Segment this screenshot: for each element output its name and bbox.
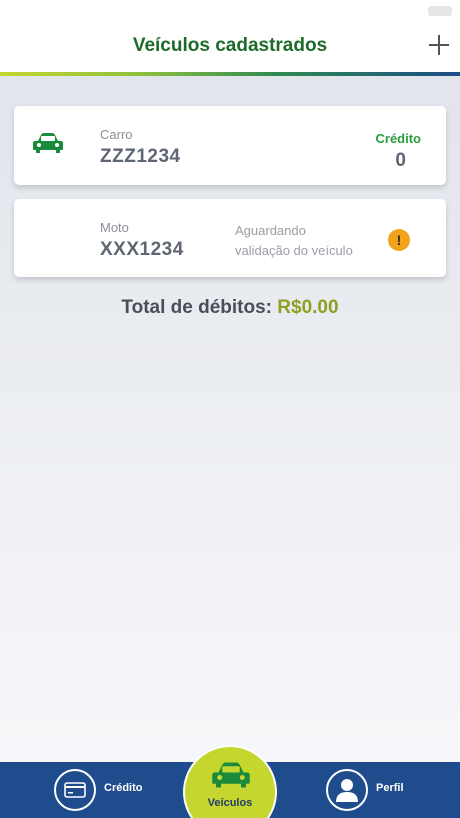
vehicle-card-moto[interactable]: Moto XXX1234 Aguardando validação do veí… (14, 199, 446, 277)
nav-veiculos[interactable]: Veículos (183, 745, 277, 818)
nav-perfil[interactable]: Perfil (326, 762, 436, 818)
vehicle-type: Moto (100, 220, 129, 235)
warning-icon: ! (388, 229, 410, 251)
validation-status-line1: Aguardando (235, 223, 306, 238)
validation-status: Aguardando validação do veículo (235, 221, 385, 261)
app-header: Veículos cadastrados (0, 22, 460, 72)
car-icon (33, 133, 63, 153)
vehicle-type: Carro (100, 127, 133, 142)
total-debits-amount: R$0.00 (277, 297, 339, 318)
vehicle-plate: ZZZ1234 (100, 146, 181, 167)
battery-icon (428, 6, 452, 16)
credit-card-icon (54, 769, 96, 811)
nav-veiculos-label: Veículos (207, 797, 253, 809)
validation-status-line2: validação do veículo (235, 243, 353, 258)
car-icon (212, 762, 250, 788)
total-debits: Total de débitos: R$0.00 (0, 297, 460, 319)
vehicle-plate: XXX1234 (100, 239, 184, 260)
total-debits-label: Total de débitos: (121, 297, 273, 318)
add-vehicle-button[interactable] (428, 34, 450, 56)
nav-perfil-label: Perfil (376, 782, 404, 794)
header-accent-bar (0, 72, 460, 76)
page-title: Veículos cadastrados (132, 35, 328, 56)
nav-credito[interactable]: Crédito (54, 762, 164, 818)
nav-credito-label: Crédito (104, 782, 143, 794)
credit-value: 0 (395, 150, 406, 171)
status-bar (0, 0, 460, 22)
vehicle-card-car[interactable]: Carro ZZZ1234 Crédito 0 (14, 106, 446, 185)
user-icon (326, 769, 368, 811)
credit-label: Crédito (375, 131, 422, 146)
